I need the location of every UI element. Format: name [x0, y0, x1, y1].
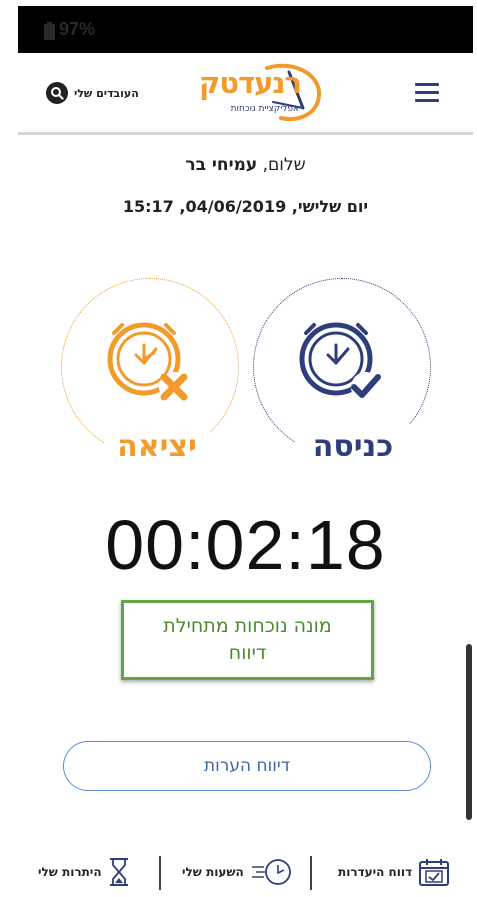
nav-my-balances-label: היתרות שלי: [38, 865, 102, 879]
my-employees-label: העובדים שלי: [74, 86, 139, 100]
logo-subtitle: אפליקציית נוכחות: [230, 104, 299, 114]
calendar-check-icon: [419, 859, 450, 886]
hourglass-icon: [109, 858, 128, 886]
nav-absence-report-label: דווח היעדרות: [338, 865, 413, 879]
user-name: עמיחי בר: [185, 155, 258, 175]
greeting: שלום, עמיחי בר: [18, 155, 473, 175]
current-datetime: יום שלישי, 04/06/2019, 15:17: [122, 197, 369, 216]
attendance-timer: 00:02:18: [105, 506, 386, 584]
nav-my-hours-label: השעות שלי: [182, 865, 244, 879]
clock-entry-icon: [299, 322, 381, 402]
my-employees-button[interactable]: העובדים שלי: [46, 82, 139, 104]
notes-report-button[interactable]: דיווח הערות: [63, 741, 431, 791]
logo-text: רנעדטק: [198, 66, 302, 100]
status-bar: 97%: [18, 6, 473, 53]
nav-divider: [159, 856, 161, 890]
clock-speed-icon: [251, 859, 291, 885]
toast-line-2: דיווח: [228, 642, 267, 664]
toast-message: מונה נוכחות מתחילת דיווח: [121, 600, 374, 680]
greeting-prefix: שלום,: [262, 155, 306, 175]
app-screen: 97% העובדים שלי רנעדטק אפליקציית נוכחות: [0, 0, 477, 897]
bottom-nav: דווח היעדרות השעות שלי היתרות שלי: [18, 844, 473, 897]
toast-line-1: מונה נוכחות מתחילת: [163, 615, 332, 637]
clock-exit-icon: [107, 322, 189, 402]
search-icon: [46, 82, 68, 104]
nav-absence-report[interactable]: דווח היעדרות: [332, 854, 450, 890]
nav-divider: [310, 856, 312, 890]
app-logo: רנעדטק אפליקציית נוכחות: [163, 62, 323, 124]
exit-label[interactable]: יציאה: [104, 424, 210, 470]
battery-level: 97%: [59, 19, 96, 39]
entry-label[interactable]: כניסה: [295, 424, 411, 470]
hamburger-menu-icon[interactable]: [415, 83, 439, 102]
nav-my-hours[interactable]: השעות שלי: [176, 854, 294, 890]
scrollbar[interactable]: [466, 644, 472, 820]
app-header: העובדים שלי רנעדטק אפליקציית נוכחות: [18, 53, 473, 135]
battery-icon: [44, 22, 55, 40]
nav-my-balances[interactable]: היתרות שלי: [32, 854, 130, 890]
